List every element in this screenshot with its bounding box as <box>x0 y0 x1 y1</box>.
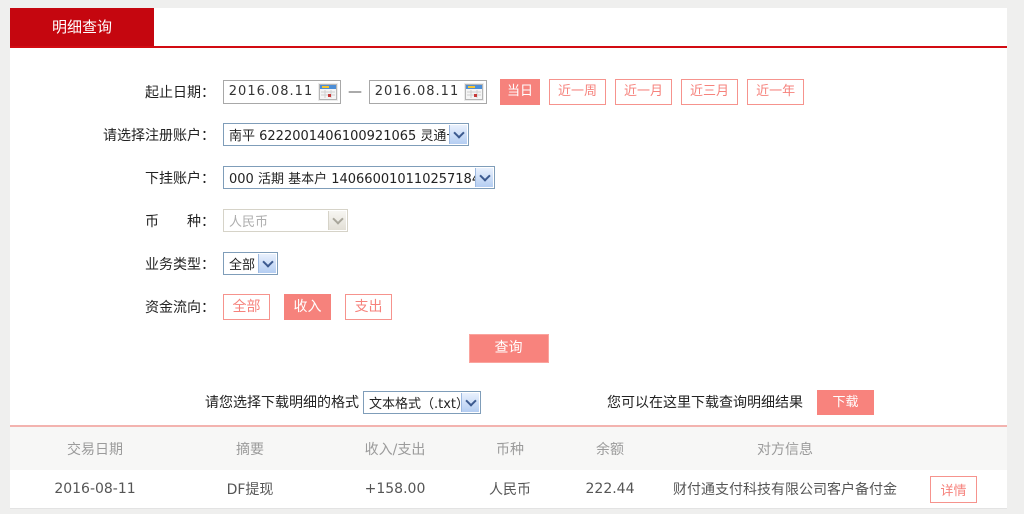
download-format-label: 请您选择下载明细的格式 <box>205 392 359 412</box>
register-account-label: 请选择注册账户： <box>10 125 215 145</box>
quick-range-week-button[interactable]: 近一周 <box>549 79 606 105</box>
table-header-row: 交易日期 摘要 收入/支出 币种 余额 对方信息 <box>10 427 1007 470</box>
calendar-icon[interactable] <box>464 83 484 101</box>
register-account-select[interactable]: 南平 6222001406100921065 灵通卡 <box>223 123 469 146</box>
fund-direction-income-button[interactable]: 收入 <box>284 294 331 320</box>
end-date-input[interactable]: 2016.08.11 <box>369 80 487 104</box>
start-date-value: 2016.08.11 <box>224 84 318 99</box>
tab-detail-query[interactable]: 明细查询 <box>10 8 154 46</box>
quick-range-today-button[interactable]: 当日 <box>500 79 540 105</box>
fund-direction-expense-button[interactable]: 支出 <box>345 294 392 320</box>
query-form: 起止日期： 2016.08.11 <box>10 48 1007 427</box>
table-header-currency: 币种 <box>470 439 550 459</box>
start-date-input[interactable]: 2016.08.11 <box>223 80 341 104</box>
fund-direction-all-button[interactable]: 全部 <box>223 294 270 320</box>
cell-transaction-date: 2016-08-11 <box>10 481 180 497</box>
download-hint: 您可以在这里下载查询明细结果 <box>607 392 803 412</box>
detail-button[interactable]: 详情 <box>930 476 976 503</box>
fund-direction-row: 资金流向： 全部 收入 支出 <box>10 285 1007 328</box>
currency-label: 币 种： <box>10 211 215 231</box>
chevron-down-icon[interactable] <box>475 168 493 187</box>
table-header-summary: 摘要 <box>180 439 320 459</box>
sub-account-value: 000 活期 基本户 1406600101102571848 <box>229 168 488 187</box>
sub-account-select[interactable]: 000 活期 基本户 1406600101102571848 <box>223 166 495 189</box>
tab-bar: 明细查询 <box>10 8 1007 48</box>
currency-value: 人民币 <box>229 211 268 230</box>
query-button[interactable]: 查询 <box>469 334 549 363</box>
sub-account-row: 下挂账户： 000 活期 基本户 1406600101102571848 <box>10 156 1007 199</box>
register-account-row: 请选择注册账户： 南平 6222001406100921065 灵通卡 <box>10 113 1007 156</box>
table-header-amount: 收入/支出 <box>320 439 470 459</box>
end-date-value: 2016.08.11 <box>370 84 464 99</box>
cell-counterparty: 财付通支付科技有限公司客户备付金 <box>670 479 900 499</box>
sub-account-label: 下挂账户： <box>10 168 215 188</box>
business-type-row: 业务类型： 全部 <box>10 242 1007 285</box>
cell-currency: 人民币 <box>470 479 550 499</box>
cell-actions: 详情 <box>900 476 1007 503</box>
calendar-icon[interactable] <box>318 83 338 101</box>
table-header-balance: 余额 <box>550 439 670 459</box>
quick-range-year-button[interactable]: 近一年 <box>747 79 804 105</box>
date-range-row: 起止日期： 2016.08.11 <box>10 70 1007 113</box>
quick-range-quarter-button[interactable]: 近三月 <box>681 79 738 105</box>
download-format-value: 文本格式（.txt） <box>369 393 469 412</box>
business-type-value: 全部 <box>229 254 255 273</box>
fund-direction-label: 资金流向： <box>10 297 215 317</box>
cell-summary: DF提现 <box>180 479 320 499</box>
form-divider <box>10 415 1007 427</box>
chevron-down-icon[interactable] <box>258 254 276 273</box>
download-row: 请您选择下载明细的格式 文本格式（.txt） 您可以在这里下载查询明细结果 下载 <box>205 389 1007 415</box>
date-range-label: 起止日期： <box>10 82 215 102</box>
download-format-select[interactable]: 文本格式（.txt） <box>363 391 481 414</box>
business-type-label: 业务类型： <box>10 254 215 274</box>
date-separator: — <box>348 84 362 100</box>
table-row: 2016-08-11 DF提现 +158.00 人民币 222.44 财付通支付… <box>10 470 1007 509</box>
download-button[interactable]: 下载 <box>817 390 874 415</box>
chevron-down-icon[interactable] <box>461 393 479 412</box>
currency-row: 币 种： 人民币 <box>10 199 1007 242</box>
cell-balance: 222.44 <box>550 481 670 497</box>
table-header-date: 交易日期 <box>10 439 180 459</box>
register-account-value: 南平 6222001406100921065 灵通卡 <box>229 125 459 144</box>
chevron-down-icon <box>328 211 346 230</box>
table-header-counterparty: 对方信息 <box>670 439 900 459</box>
cell-amount: +158.00 <box>320 481 470 497</box>
business-type-select[interactable]: 全部 <box>223 252 278 275</box>
currency-select: 人民币 <box>223 209 348 232</box>
chevron-down-icon[interactable] <box>449 125 467 144</box>
quick-range-month-button[interactable]: 近一月 <box>615 79 672 105</box>
content-panel: 明细查询 起止日期： 2016.08.11 <box>10 8 1007 509</box>
quick-range-group: 当日 近一周 近一月 近三月 近一年 <box>500 79 813 105</box>
